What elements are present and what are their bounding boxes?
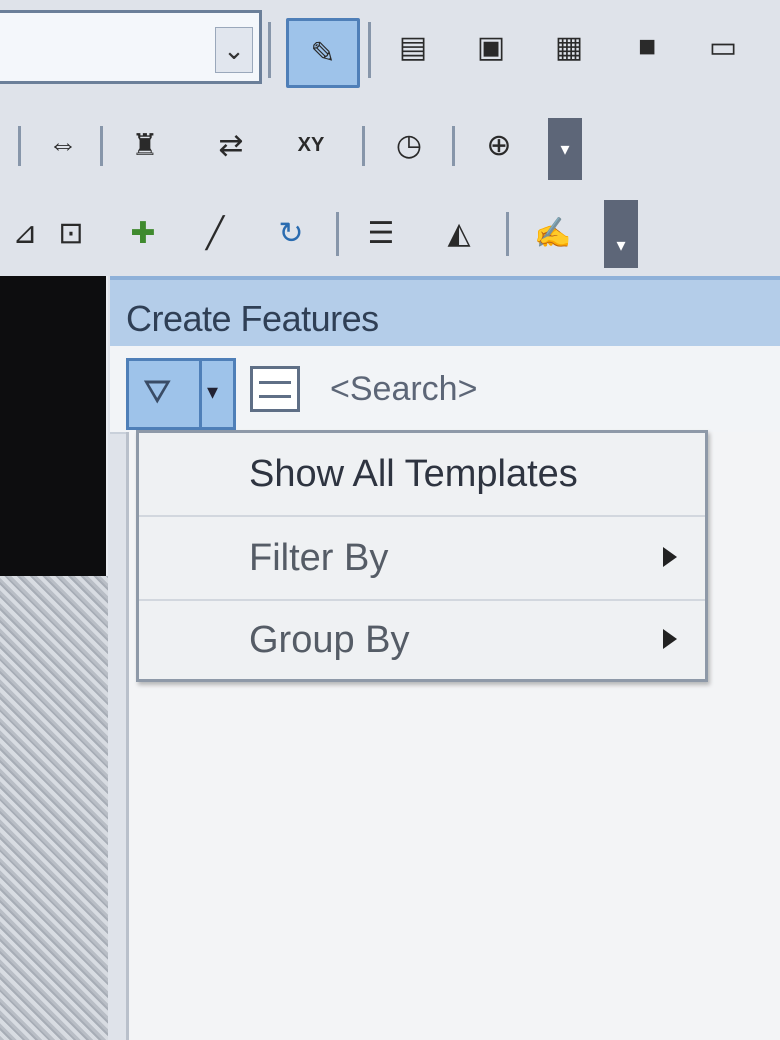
chevron-down-icon[interactable]: ⌄ <box>215 27 253 73</box>
page-title: Create Features <box>126 298 379 339</box>
menu-item-label: Show All Templates <box>249 453 578 495</box>
attributes-icon[interactable]: ▤ <box>388 22 438 72</box>
map-view <box>0 576 108 1040</box>
go-to-xy-icon[interactable]: ⇄ <box>206 120 256 170</box>
vertex-icon[interactable]: ⊿ <box>0 208 50 258</box>
filter-menu: Show All Templates Filter By Group By <box>136 430 708 682</box>
toolbar-overflow-icon[interactable]: ▾ <box>548 118 582 180</box>
toolbar-row-2: ⇔ ♜ ⇄ XY ◷ ⊕ ▾ <box>0 98 780 194</box>
menu-item-filter-by[interactable]: Filter By <box>139 517 705 601</box>
map-view-dark <box>0 276 106 576</box>
filter-icon: ⛛ <box>143 373 172 411</box>
find-icon[interactable]: ♜ <box>120 120 170 170</box>
command-icon[interactable]: ▭ <box>698 22 748 72</box>
server-icon[interactable]: ■ <box>622 22 672 72</box>
xy-label: XY <box>297 133 325 156</box>
toolbar-separator <box>362 126 365 166</box>
layer-icon[interactable]: ▦ <box>544 22 594 72</box>
sketch-icon[interactable]: ◭ <box>434 208 484 258</box>
toolbar-separator <box>368 22 371 78</box>
toolbar-separator <box>452 126 455 166</box>
time-slider-icon[interactable]: ◷ <box>384 120 434 170</box>
toolbar-row-3: ⊿ ⊡ ✚ ╱ ↻ ☰ ◭ ✍ ▾ <box>0 194 780 276</box>
create-features-toolbar: ⛛ ▾ <Search> <box>110 346 780 434</box>
layer-combo-box[interactable]: ⌄ <box>0 10 262 84</box>
xy-icon[interactable]: XY <box>286 120 336 170</box>
toolbar-separator <box>18 126 21 166</box>
toolbar-row-1: ⌄ ✎ ▤ ▣ ▦ ■ ▭ <box>0 0 780 98</box>
cut-icon[interactable]: ╱ <box>190 208 240 258</box>
attribute-table-icon[interactable]: ☰ <box>356 208 406 258</box>
menu-item-group-by[interactable]: Group By <box>139 599 705 681</box>
map-icon[interactable]: ▣ <box>466 22 516 72</box>
search-input[interactable]: <Search> <box>330 370 477 409</box>
toolbar-separator <box>336 212 339 256</box>
toolbar-separator <box>268 22 271 78</box>
menu-item-label: Filter By <box>249 537 389 579</box>
rotate-icon[interactable]: ↻ <box>266 208 316 258</box>
menu-item-label: Group By <box>249 619 410 661</box>
organize-templates-icon[interactable] <box>250 366 300 412</box>
submenu-arrow-icon <box>663 547 677 567</box>
split-divider <box>199 361 202 427</box>
reshape-icon[interactable]: ⊡ <box>46 208 96 258</box>
filter-dropdown-button[interactable]: ⛛ ▾ <box>126 358 236 430</box>
menu-item-show-all-templates[interactable]: Show All Templates <box>139 433 705 517</box>
toolbar-overflow-icon[interactable]: ▾ <box>604 200 638 268</box>
edit-tool-icon[interactable]: ✎ <box>286 18 360 88</box>
toolbar-separator <box>506 212 509 256</box>
create-features-header: Create Features <box>110 276 780 350</box>
split-icon[interactable]: ✚ <box>118 208 168 258</box>
toolbar-separator <box>100 126 103 166</box>
measure-icon[interactable]: ⇔ <box>38 120 88 170</box>
chevron-down-icon[interactable]: ▾ <box>207 379 218 405</box>
edit-attributes-icon[interactable]: ✍ <box>528 208 578 258</box>
magnifier-icon[interactable]: ⊕ <box>474 120 524 170</box>
submenu-arrow-icon <box>663 629 677 649</box>
